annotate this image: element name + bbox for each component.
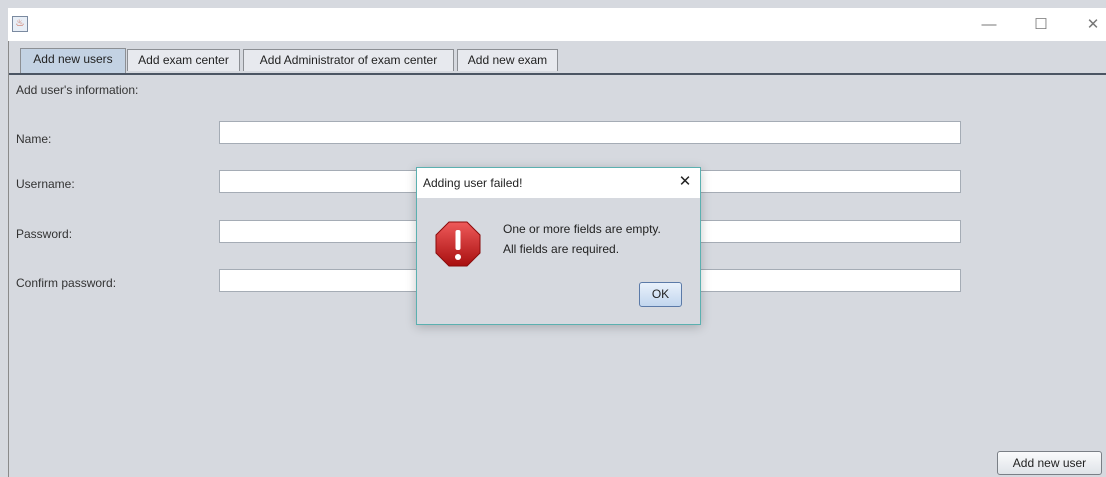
dialog-title: Adding user failed! bbox=[423, 176, 523, 190]
name-field[interactable] bbox=[219, 121, 961, 144]
tab-add-new-users[interactable]: Add new users bbox=[20, 48, 126, 73]
username-label: Username: bbox=[16, 177, 75, 191]
maximize-button[interactable]: ☐ bbox=[1026, 14, 1056, 36]
error-icon bbox=[435, 221, 481, 267]
confirm-password-label: Confirm password: bbox=[16, 276, 117, 290]
dialog-message-line-2: All fields are required. bbox=[503, 242, 620, 256]
tab-add-new-exam[interactable]: Add new exam bbox=[457, 49, 558, 71]
name-label: Name: bbox=[16, 132, 52, 146]
form-heading: Add user's information: bbox=[16, 83, 139, 97]
tab-bar: Add new users Add exam center Add Admini… bbox=[9, 45, 1106, 75]
ok-button[interactable]: OK bbox=[639, 282, 682, 307]
close-window-button[interactable]: ✕ bbox=[1078, 14, 1106, 36]
dialog-title-bar: Adding user failed! ✕ bbox=[417, 168, 700, 198]
password-label: Password: bbox=[16, 227, 73, 241]
minimize-button[interactable]: — bbox=[974, 14, 1004, 36]
java-app-icon: ♨ bbox=[12, 16, 28, 32]
add-new-user-button[interactable]: Add new user bbox=[997, 451, 1102, 475]
title-bar: ♨ — ☐ ✕ bbox=[8, 8, 1106, 41]
tab-add-exam-center[interactable]: Add exam center bbox=[127, 49, 240, 71]
dialog-close-icon[interactable]: ✕ bbox=[675, 171, 695, 193]
tab-underline bbox=[9, 73, 1106, 75]
tab-add-administrator[interactable]: Add Administrator of exam center bbox=[243, 49, 454, 71]
dialog-message-line-1: One or more fields are empty. bbox=[503, 222, 661, 236]
error-dialog: Adding user failed! ✕ One or more fields… bbox=[416, 167, 701, 325]
